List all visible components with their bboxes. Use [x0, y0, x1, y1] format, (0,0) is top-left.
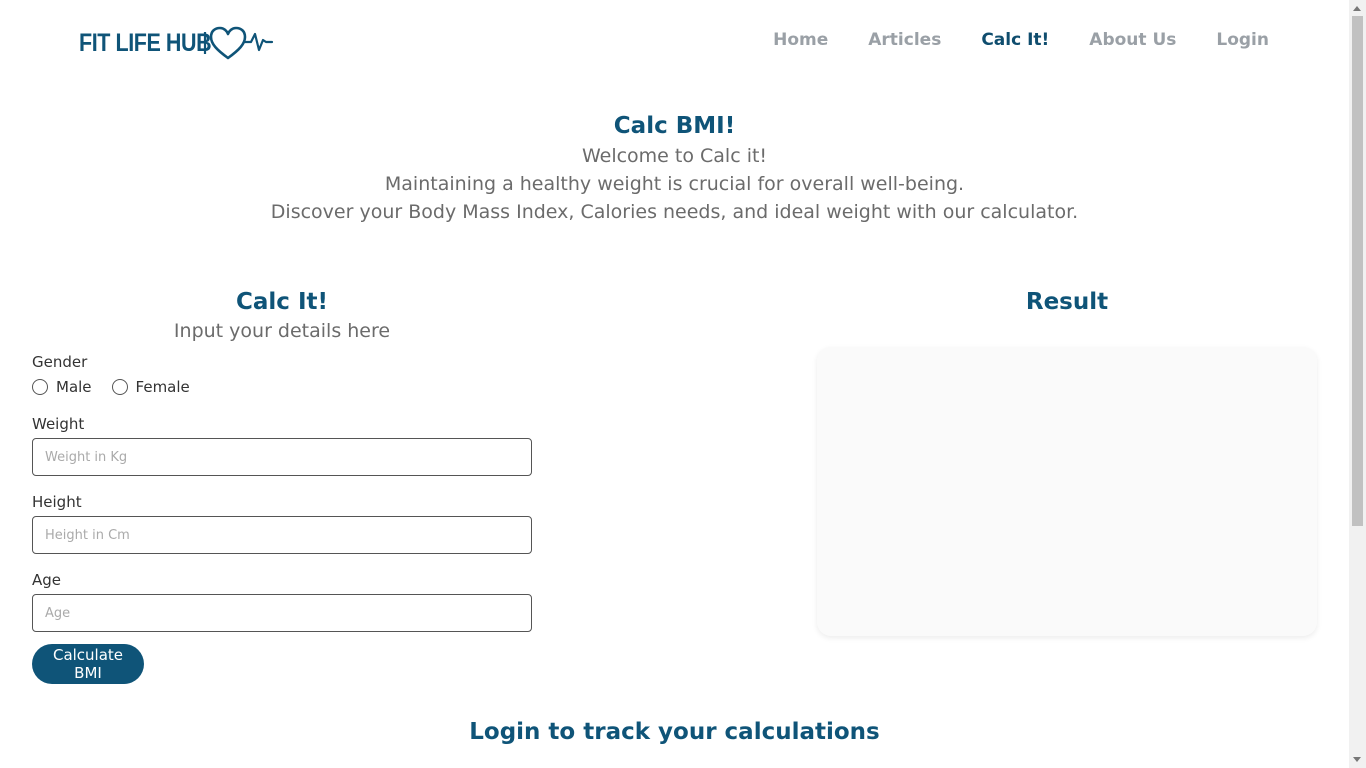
- scroll-down-arrow-icon[interactable]: [1353, 757, 1361, 762]
- nav-about-us[interactable]: About Us: [1089, 30, 1176, 50]
- height-input[interactable]: [32, 516, 532, 554]
- page: FIT LIFE HUB Home Articles Calc It! Abou…: [0, 0, 1349, 768]
- scroll-up-arrow-icon[interactable]: [1353, 6, 1361, 11]
- gender-label: Gender: [32, 353, 88, 371]
- male-radio[interactable]: [32, 379, 48, 395]
- logo-text: FIT LIFE HUB: [79, 28, 212, 57]
- hero-section: Calc BMI! Welcome to Calc it! Maintainin…: [0, 110, 1349, 226]
- result-section: Result: [817, 286, 1317, 636]
- nav-articles[interactable]: Articles: [868, 30, 941, 50]
- hero-cta-text: Discover your Body Mass Index, Calories …: [270, 201, 1079, 223]
- female-radio-label[interactable]: Female: [136, 378, 190, 396]
- form-title: Calc It!: [236, 289, 328, 315]
- page-scrollbar[interactable]: [1349, 0, 1366, 768]
- site-header: FIT LIFE HUB Home Articles Calc It! Abou…: [0, 0, 1349, 86]
- hero-description: Maintaining a healthy weight is crucial …: [384, 173, 965, 195]
- heart-pulse-icon: [203, 26, 274, 60]
- main-nav: Home Articles Calc It! About Us Login: [733, 30, 1269, 50]
- result-title: Result: [1025, 289, 1109, 315]
- weight-label: Weight: [32, 415, 85, 433]
- page-title: Calc BMI!: [613, 113, 736, 139]
- age-label: Age: [32, 571, 62, 589]
- male-radio-label[interactable]: Male: [56, 378, 92, 396]
- calc-form: Calc It! Input your details here Gender …: [32, 286, 532, 684]
- gender-radio-group: Male Female: [32, 376, 532, 398]
- female-radio[interactable]: [111, 379, 128, 395]
- age-input[interactable]: [32, 594, 532, 632]
- calculate-bmi-button[interactable]: Calculate BMI: [32, 644, 144, 684]
- scroll-thumb[interactable]: [1352, 16, 1363, 526]
- result-panel: [817, 347, 1317, 636]
- form-subtitle: Input your details here: [173, 320, 391, 342]
- weight-group: Weight: [32, 414, 532, 476]
- weight-input[interactable]: [32, 438, 532, 476]
- nav-calc-it[interactable]: Calc It!: [981, 30, 1049, 50]
- height-group: Height: [32, 492, 532, 554]
- logo[interactable]: FIT LIFE HUB: [79, 24, 274, 62]
- nav-home[interactable]: Home: [773, 30, 828, 50]
- hero-welcome: Welcome to Calc it!: [581, 145, 768, 167]
- nav-login[interactable]: Login: [1216, 30, 1269, 50]
- age-group: Age: [32, 570, 532, 632]
- login-track-heading: Login to track your calculations: [469, 719, 880, 745]
- height-label: Height: [32, 493, 82, 511]
